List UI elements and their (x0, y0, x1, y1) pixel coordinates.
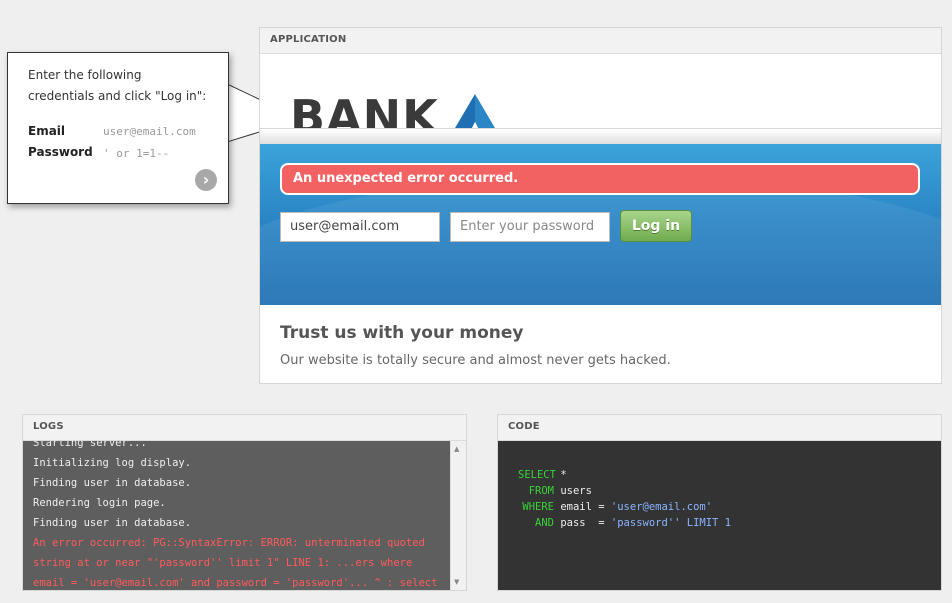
tagline: Trust us with your money (280, 323, 524, 343)
scroll-down-icon[interactable]: ▼ (454, 578, 459, 586)
sql-text: email = (554, 501, 611, 513)
log-error-line: An error occurred: PG::SyntaxError: ERRO… (33, 537, 438, 589)
login-banner: An unexpected error occurred. user@email… (260, 144, 941, 305)
sql-text: users (554, 485, 592, 497)
sql-keyword: FROM (528, 485, 554, 497)
log-line: Initializing log display. (33, 457, 192, 469)
application-panel: APPLICATION BANK An unexpected error occ… (259, 27, 942, 384)
code-line: AND pass = 'password'' LIMIT 1 (518, 515, 731, 531)
login-button[interactable]: Log in (620, 210, 692, 242)
scroll-up-icon[interactable]: ▲ (454, 445, 459, 453)
sql-string: 'user@email.com' (610, 501, 713, 513)
error-message: An unexpected error occurred. (280, 163, 920, 195)
logs-output: Starting server... Initializing log disp… (23, 441, 450, 590)
code-line: FROM users (518, 483, 731, 499)
instruction-tooltip: Enter the following credentials and clic… (7, 52, 229, 204)
logs-panel-header: LOGS (23, 415, 466, 441)
email-input[interactable]: user@email.com (280, 212, 440, 242)
sql-code-display: SELECT * FROM users WHERE email = 'user@… (498, 441, 941, 590)
tooltip-email-value: user@email.com (103, 125, 196, 138)
tooltip-email-label: Email (28, 124, 66, 138)
sql-keyword: SELECT (518, 469, 556, 481)
tooltip-next-button[interactable]: › (195, 169, 217, 191)
log-line: Finding user in database. (33, 477, 192, 489)
application-panel-header: APPLICATION (260, 28, 941, 54)
tooltip-password-value: ' or 1=1-- (103, 147, 170, 160)
code-panel-header: CODE (498, 415, 941, 441)
logs-scrollbar[interactable]: ▲ ▼ (450, 441, 466, 590)
header-divider (260, 128, 941, 145)
sql-keyword: LIMIT 1 (680, 517, 732, 529)
tooltip-line-1: Enter the following (28, 68, 142, 82)
tooltip-password-label: Password (28, 145, 93, 159)
log-line: Rendering login page. (33, 497, 166, 509)
sql-keyword: AND (535, 517, 554, 529)
tooltip-instructions: Enter the following credentials and clic… (28, 65, 206, 107)
log-line: Finding user in database. (33, 517, 192, 529)
sql-text: * (554, 469, 567, 481)
code-panel: CODE SELECT * FROM users WHERE email = '… (497, 414, 942, 591)
sql-text: pass = (554, 517, 611, 529)
tagline-subtext: Our website is totally secure and almost… (280, 353, 671, 368)
sql-keyword: WHERE (522, 501, 554, 513)
code-line: WHERE email = 'user@email.com' (518, 499, 731, 515)
logs-panel: LOGS Starting server... Initializing log… (22, 414, 467, 591)
sql-string: 'password'' (610, 517, 681, 529)
chevron-right-icon: › (202, 170, 210, 189)
log-line: Starting server... (33, 441, 147, 449)
password-input[interactable]: Enter your password (450, 212, 610, 242)
tooltip-line-2: credentials and click "Log in": (28, 89, 207, 103)
code-line: SELECT * (518, 467, 731, 483)
